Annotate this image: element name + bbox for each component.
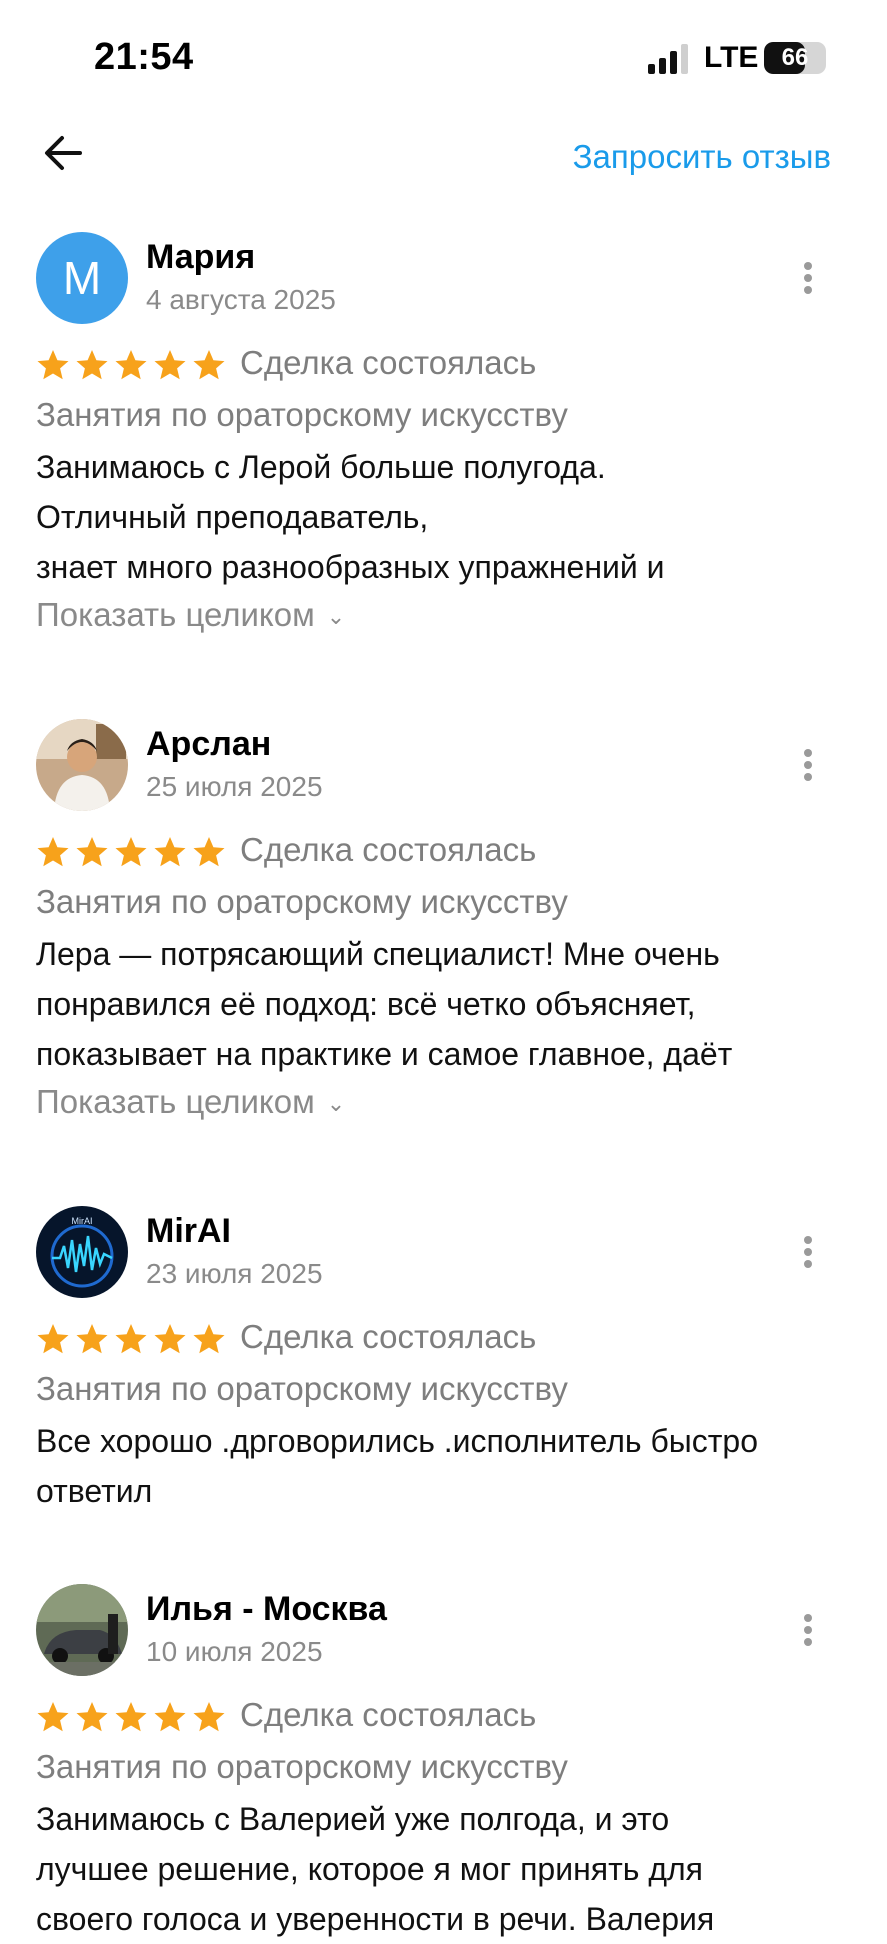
network-type: LTE	[704, 41, 759, 74]
service-name: Занятия по ораторскому искусству	[36, 396, 568, 433]
star-icon	[76, 350, 108, 380]
star-icon	[193, 350, 225, 380]
avatar: M	[36, 232, 128, 324]
review-date: 23 июля 2025	[146, 1258, 323, 1289]
show-more-label: Показать целиком	[36, 1083, 315, 1120]
star-rating	[36, 1700, 231, 1740]
more-options-icon[interactable]	[794, 258, 822, 298]
review-text-line: показывает на практике и самое главное, …	[36, 1036, 733, 1072]
review-date: 4 августа 2025	[146, 284, 336, 315]
battery-icon: 66	[764, 42, 826, 74]
star-icon	[115, 1702, 147, 1732]
show-more-button[interactable]: Показать целиком ⌄	[36, 596, 345, 634]
star-icon	[193, 837, 225, 867]
avatar-caption: MirAI	[72, 1216, 93, 1226]
review-text: Занимаюсь с Валерией уже полгода, и это …	[36, 1794, 856, 1944]
star-icon	[154, 837, 186, 867]
review-text-line: Лера — потрясающий специалист! Мне очень	[36, 936, 720, 972]
chevron-down-icon: ⌄	[326, 1091, 346, 1117]
deal-status: Сделка состоялась	[240, 344, 537, 381]
star-rating	[36, 1322, 231, 1362]
review-text: Занимаюсь с Лерой больше полугода. Отлич…	[36, 442, 856, 592]
more-options-icon[interactable]	[794, 1232, 822, 1272]
battery-level: 66	[781, 44, 809, 71]
reviewer-name: Мария	[146, 238, 256, 276]
review-date: 25 июля 2025	[146, 771, 323, 802]
show-more-button[interactable]: Показать целиком ⌄	[36, 1083, 345, 1121]
review-text-line: лучшее решение, которое я мог принять дл…	[36, 1851, 703, 1887]
review-text-line: Занимаюсь с Валерией уже полгода, и это	[36, 1801, 670, 1837]
star-icon	[154, 350, 186, 380]
service-name: Занятия по ораторскому искусству	[36, 883, 568, 920]
review-text-line: понравился её подход: всё четко объясняе…	[36, 986, 696, 1022]
review-text-line: Отличный преподаватель,	[36, 499, 429, 535]
review-text-line: Занимаюсь с Лерой больше полугода.	[36, 449, 606, 485]
avatar-logo: MirAI	[36, 1206, 128, 1298]
star-icon	[115, 350, 147, 380]
avatar-photo	[36, 1584, 128, 1676]
back-arrow-icon[interactable]	[40, 130, 86, 176]
star-icon	[115, 1324, 147, 1354]
star-icon	[37, 1702, 69, 1732]
review-text-line: Все хорошо .дрговорились .исполнитель бы…	[36, 1423, 759, 1459]
star-icon	[37, 837, 69, 867]
request-review-link[interactable]: Запросить отзыв	[573, 138, 831, 176]
star-icon	[37, 1324, 69, 1354]
show-more-label: Показать целиком	[36, 596, 315, 633]
service-name: Занятия по ораторскому искусству	[36, 1370, 568, 1407]
deal-status: Сделка состоялась	[240, 1696, 537, 1733]
status-bar: 21:54 LTE 66	[0, 0, 887, 120]
review-text: Лера — потрясающий специалист! Мне очень…	[36, 929, 856, 1079]
reviewer-name: Арслан	[146, 725, 272, 763]
avatar	[36, 719, 128, 811]
review-date: 10 июля 2025	[146, 1636, 323, 1667]
signal-icon	[648, 44, 688, 74]
service-name: Занятия по ораторскому искусству	[36, 1748, 568, 1785]
status-time: 21:54	[94, 36, 194, 78]
star-icon	[76, 1324, 108, 1354]
star-rating	[36, 835, 231, 875]
avatar	[36, 1584, 128, 1676]
more-options-icon[interactable]	[794, 1610, 822, 1650]
deal-status: Сделка состоялась	[240, 1318, 537, 1355]
avatar: MirAI	[36, 1206, 128, 1298]
deal-status: Сделка состоялась	[240, 831, 537, 868]
chevron-down-icon: ⌄	[326, 604, 346, 630]
avatar-photo	[36, 719, 128, 811]
star-icon	[76, 1702, 108, 1732]
star-icon	[76, 837, 108, 867]
review-text-line: знает много разнообразных упражнений и	[36, 549, 665, 585]
star-icon	[193, 1702, 225, 1732]
star-icon	[193, 1324, 225, 1354]
reviewer-name: Илья - Москва	[146, 1590, 387, 1628]
star-rating	[36, 348, 231, 388]
star-icon	[37, 350, 69, 380]
star-icon	[154, 1324, 186, 1354]
star-icon	[154, 1702, 186, 1732]
review-text-line: ответил	[36, 1473, 153, 1509]
star-icon	[115, 837, 147, 867]
review-text: Все хорошо .дрговорились .исполнитель бы…	[36, 1416, 856, 1516]
more-options-icon[interactable]	[794, 745, 822, 785]
reviewer-name: MirAI	[146, 1212, 231, 1250]
review-text-line: своего голоса и уверенности в речи. Вале…	[36, 1901, 715, 1937]
